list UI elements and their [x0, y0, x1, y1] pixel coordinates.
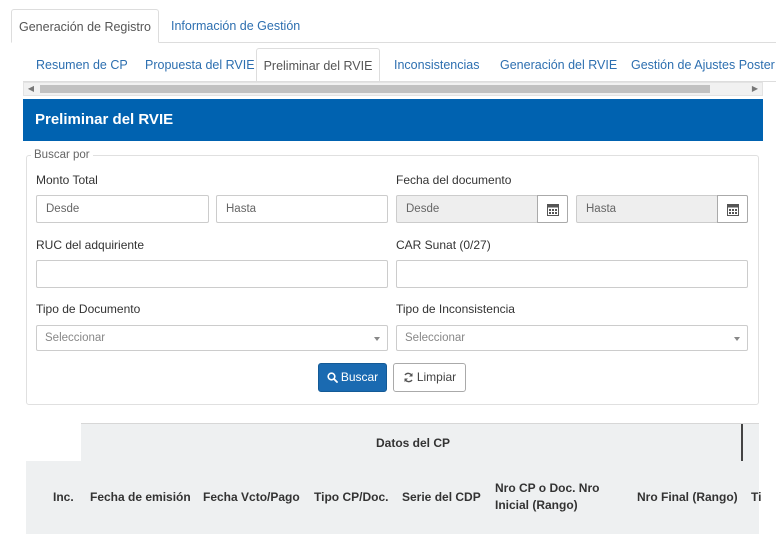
car-sunat-label: CAR Sunat (0/27)	[396, 238, 491, 252]
column-divider	[741, 424, 743, 462]
tipo-inconsistencia-label: Tipo de Inconsistencia	[396, 302, 515, 316]
table-column-headers: Inc. Fecha de emisión Fecha Vcto/Pago Ti…	[26, 461, 761, 534]
top-tabs: Generación de Registro Información de Ge…	[11, 9, 776, 43]
panel-title: Preliminar del RVIE	[23, 99, 763, 141]
tab-inconsistencias[interactable]: Inconsistencias	[394, 48, 479, 81]
refresh-icon	[404, 372, 413, 383]
fecha-documento-label: Fecha del documento	[396, 173, 512, 187]
col-nro-inicial[interactable]: Nro CP o Doc. Nro Inicial (Rango)	[495, 480, 607, 514]
datos-cp-header: Datos del CP	[376, 436, 451, 450]
scrollbar-thumb[interactable]	[40, 85, 710, 93]
limpiar-label: Limpiar	[416, 370, 457, 384]
tipo-inconsistencia-select[interactable]: Seleccionar	[396, 325, 748, 351]
calendar-icon	[727, 204, 739, 216]
tab-preliminar-rvie[interactable]: Preliminar del RVIE	[256, 48, 380, 81]
search-icon	[327, 372, 338, 383]
tipo-documento-value: Seleccionar	[45, 332, 106, 344]
calendar-icon	[547, 204, 559, 216]
tipo-documento-label: Tipo de Documento	[36, 302, 141, 316]
ruc-label: RUC del adquiriente	[36, 238, 145, 252]
col-serie-cdp[interactable]: Serie del CDP	[402, 490, 481, 504]
fecha-hasta-calendar-button[interactable]	[717, 195, 748, 223]
tab-gestion-ajustes[interactable]: Gestión de Ajustes Poster	[631, 48, 775, 81]
fecha-hasta-input[interactable]: Hasta	[576, 195, 718, 223]
tab-generacion-rvie[interactable]: Generación del RVIE	[500, 48, 617, 81]
tab-resumen-cp[interactable]: Resumen de CP	[36, 48, 128, 81]
tab-generacion-registro[interactable]: Generación de Registro	[11, 9, 159, 43]
fecha-desde-input[interactable]: Desde	[396, 195, 538, 223]
tipo-inconsistencia-value: Seleccionar	[405, 332, 466, 344]
limpiar-button[interactable]: Limpiar	[393, 363, 466, 392]
col-tipo-cp[interactable]: Tipo CP/Doc.	[314, 490, 388, 504]
col-fecha-vcto[interactable]: Fecha Vcto/Pago	[203, 490, 300, 504]
tipo-documento-select[interactable]: Seleccionar	[36, 325, 388, 351]
chevron-down-icon	[734, 337, 740, 341]
tab-informacion-gestion[interactable]: Información de Gestión	[159, 9, 312, 43]
col-ti[interactable]: Ti	[751, 490, 761, 504]
monto-desde-input[interactable]: Desde	[36, 195, 209, 223]
buscar-button[interactable]: Buscar	[318, 363, 387, 392]
col-nro-final[interactable]: Nro Final (Rango)	[637, 490, 738, 504]
tab-propuesta-rvie[interactable]: Propuesta del RVIE	[145, 48, 255, 81]
scroll-right-icon[interactable]: ▶	[748, 83, 762, 95]
monto-total-label: Monto Total	[36, 173, 98, 187]
table-group-header: Datos del CP	[81, 423, 759, 462]
search-legend: Buscar por	[31, 149, 93, 161]
car-sunat-input[interactable]	[396, 260, 748, 288]
col-fecha-emision[interactable]: Fecha de emisión	[90, 490, 191, 504]
buscar-label: Buscar	[340, 370, 379, 384]
fecha-desde-calendar-button[interactable]	[537, 195, 568, 223]
scroll-left-icon[interactable]: ◀	[24, 83, 38, 95]
chevron-down-icon	[374, 337, 380, 341]
ruc-input[interactable]	[36, 260, 388, 288]
monto-hasta-input[interactable]: Hasta	[216, 195, 388, 223]
col-inc[interactable]: Inc.	[53, 490, 74, 504]
sub-tabs: Resumen de CP Propuesta del RVIE Prelimi…	[23, 48, 776, 82]
tabs-scrollbar[interactable]: ◀ ▶	[23, 82, 763, 96]
